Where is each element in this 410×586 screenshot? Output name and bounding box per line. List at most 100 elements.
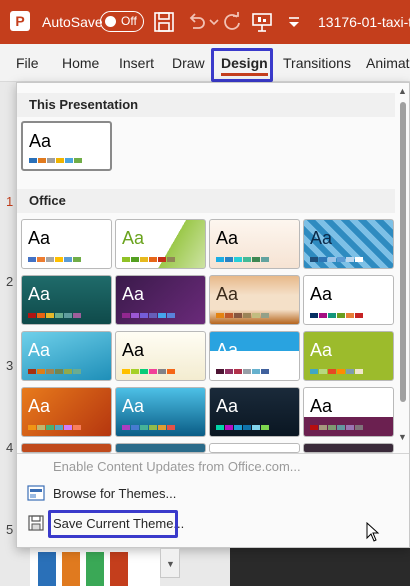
save-theme-icon [28,515,44,531]
theme-swatches [122,257,175,262]
theme-preview-text: Aa [28,396,51,416]
theme-preview-text: Aa [310,284,333,304]
theme-swatches [122,313,175,318]
browse-for-themes-item[interactable]: Browse for Themes... [17,481,409,507]
powerpoint-logo: P [10,11,30,31]
design-tab-highlight [211,48,273,82]
theme-preview-text: Aa [28,228,51,248]
scroll-up-icon[interactable]: ▲ [398,86,407,96]
more-themes-arrow[interactable]: ▼ [160,548,180,578]
theme-partial[interactable] [115,443,206,453]
theme-preview-text: Aa [310,228,333,248]
theme-preview-text: Aa [216,396,239,416]
menu-item-label: Enable Content Updates from Office.com..… [53,459,301,474]
scrollbar-thumb[interactable] [400,102,406,402]
theme-swatches [310,257,363,262]
slide-number: 4 [6,440,14,455]
tab-draw[interactable]: Draw [172,55,205,71]
chevron-down-icon: ▼ [166,559,175,569]
themes-gallery-dropdown: This Presentation Aa Office Aa Aa Aa Aa … [16,82,410,548]
theme-swatches [310,425,363,430]
slide-thumbnail-graphic [86,552,104,586]
theme-swatches [28,425,81,430]
theme-swatches [122,425,175,430]
menu-item-label: Browse for Themes... [53,486,177,501]
theme-preview-text: Aa [216,284,239,304]
autosave-toggle[interactable]: Off [100,11,144,32]
theme-preview-text: Aa [216,340,239,360]
theme-integral[interactable]: Aa [209,219,300,269]
theme-swatches [28,369,81,374]
slide-number: 5 [6,522,14,537]
undo-icon[interactable] [184,10,208,34]
theme-preview-text: Aa [122,340,145,360]
present-icon[interactable] [250,10,274,34]
theme-wisp[interactable]: Aa [21,331,112,381]
tab-animations[interactable]: Animati [366,55,410,71]
theme-preview-text: Aa [122,284,145,304]
theme-swatches [310,313,363,318]
theme-preview-text: Aa [122,396,145,416]
enable-content-updates-item: Enable Content Updates from Office.com..… [17,454,409,480]
theme-preview-text: Aa [310,340,333,360]
theme-swatches [122,369,175,374]
office-header: Office [17,189,395,213]
customize-qat-icon[interactable] [282,10,306,34]
theme-main-event[interactable]: Aa [303,387,394,437]
theme-celestial[interactable]: Aa [115,387,206,437]
slide-number: 1 [6,194,14,209]
mouse-cursor-icon [366,522,380,542]
theme-preview-text: Aa [216,228,239,248]
toggle-knob [105,16,116,27]
browse-themes-icon [27,485,45,501]
toggle-state-label: Off [121,14,137,28]
scroll-down-icon[interactable]: ▼ [398,432,407,442]
theme-facet[interactable]: Aa [115,219,206,269]
slide-thumbnail-graphic [110,552,128,586]
theme-swatches [28,257,81,262]
save-icon[interactable] [152,10,176,34]
tab-home[interactable]: Home [62,55,99,71]
theme-swatches [310,369,363,374]
slide-thumbnail-graphic [38,552,56,586]
theme-office[interactable]: Aa [21,219,112,269]
theme-preview-text: Aa [29,131,52,151]
theme-circuit[interactable]: Aa [209,387,300,437]
theme-organic[interactable]: Aa [115,275,206,325]
slide-thumbnail-graphic [62,552,80,586]
theme-partial[interactable] [209,443,300,453]
theme-frame[interactable]: Aa [303,331,394,381]
theme-preview-text: Aa [310,396,333,416]
slide-number: 2 [6,274,14,289]
theme-swatches [28,313,81,318]
save-theme-highlight [48,510,178,538]
theme-slice[interactable]: Aa [303,275,394,325]
tab-file[interactable]: File [16,55,39,71]
autosave-label: AutoSave [42,14,103,30]
title-bar: P AutoSave Off 13176-01-taxi-th [0,0,410,44]
theme-partial[interactable] [303,443,394,453]
theme-current[interactable]: Aa [21,121,112,171]
gallery-scrollbar[interactable]: ▲ ▼ [396,82,410,448]
theme-swatches [216,313,269,318]
theme-swatches [216,369,269,374]
ribbon-tabs: File Home Insert Draw Design Transitions… [0,44,410,82]
theme-ion[interactable]: Aa [21,275,112,325]
slide-number: 3 [6,358,14,373]
theme-banded[interactable]: Aa [115,331,206,381]
theme-ion-boardroom[interactable]: Aa [303,219,394,269]
redo-icon[interactable] [220,10,244,34]
tab-transitions[interactable]: Transitions [283,55,351,71]
theme-dividend[interactable]: Aa [209,331,300,381]
file-name: 13176-01-taxi-th [318,14,410,30]
theme-preview-text: Aa [28,340,51,360]
theme-swatches [216,257,269,262]
tab-insert[interactable]: Insert [119,55,154,71]
theme-berlin[interactable]: Aa [21,387,112,437]
theme-retrospect[interactable]: Aa [209,275,300,325]
theme-partial[interactable] [21,443,112,453]
theme-preview-text: Aa [122,228,145,248]
theme-swatches [29,158,82,163]
this-presentation-header: This Presentation [17,93,395,117]
theme-preview-text: Aa [28,284,51,304]
